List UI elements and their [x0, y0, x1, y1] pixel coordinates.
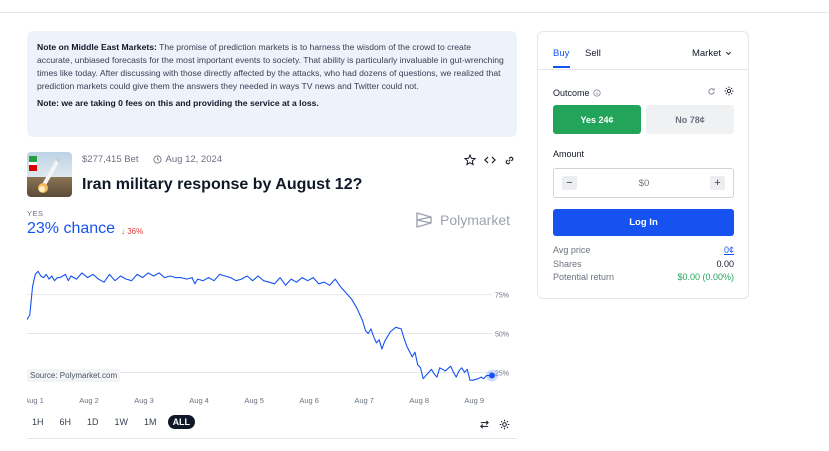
range-all[interactable]: ALL — [167, 415, 196, 429]
market-header: $277,415 Bet Aug 12, 2024 Iran military … — [27, 152, 517, 198]
star-icon[interactable] — [464, 154, 476, 166]
clock-icon — [152, 155, 162, 164]
market-meta: $277,415 Bet Aug 12, 2024 — [82, 154, 222, 165]
price-line — [27, 270, 492, 381]
note-heading: Note on Middle East Markets: — [37, 42, 157, 52]
x-tick-label: Aug 3 — [134, 396, 154, 405]
outcome-label: YES — [27, 209, 44, 218]
info-icon[interactable] — [592, 89, 601, 97]
embed-code-icon[interactable] — [484, 154, 496, 166]
tab-buy[interactable]: Buy — [553, 48, 569, 59]
current-point — [489, 372, 495, 379]
stat-row: Potential return $0.00 (0.00%) — [553, 272, 734, 286]
stat-label: Potential return — [553, 272, 615, 282]
chart-bottom-divider — [27, 438, 517, 439]
no-outcome-button[interactable]: No 78¢ — [646, 105, 734, 134]
x-tick-label: Aug 5 — [244, 396, 264, 405]
x-tick-label: Aug 9 — [464, 396, 484, 405]
polymarket-brand: Polymarket — [414, 210, 510, 230]
login-button[interactable]: Log In — [553, 209, 734, 236]
amount-increment-button[interactable]: + — [710, 176, 725, 190]
order-type-dropdown[interactable]: Market — [692, 48, 732, 59]
yes-outcome-button[interactable]: Yes 24¢ — [553, 105, 641, 134]
time-range-selector: 1H 6H 1D 1W 1M ALL — [27, 415, 196, 429]
x-tick-label: Aug 1 — [27, 396, 44, 405]
chance-delta: ↓ 36% — [121, 227, 144, 236]
x-tick-label: Aug 7 — [354, 396, 374, 405]
amount-input[interactable] — [584, 175, 704, 192]
amount-label: Amount — [553, 149, 585, 159]
order-summary: Avg price 0¢ Shares 0.00 Potential return $0.… — [553, 245, 734, 286]
market-title: Iran military response by August 12? — [82, 176, 363, 193]
trade-tabs: Buy Sell Market — [538, 32, 748, 70]
chevron-down-icon — [725, 51, 732, 56]
trade-panel: Buy Sell Market Outcome Yes 24¢ No 78¢ A… — [537, 31, 749, 299]
range-1m[interactable]: 1M — [139, 415, 162, 429]
x-tick-label: Aug 4 — [189, 396, 209, 405]
x-tick-label: Aug 2 — [79, 396, 99, 405]
tab-sell[interactable]: Sell — [585, 48, 601, 59]
missile-launch-image — [29, 156, 60, 193]
range-1w[interactable]: 1W — [110, 415, 134, 429]
stat-value: 0.00 — [716, 258, 734, 269]
stat-value: $0.00 (0.00%) — [677, 272, 734, 282]
stat-label: Avg price — [553, 245, 591, 255]
market-thumbnail — [27, 152, 72, 197]
stat-value: 0¢ — [723, 245, 734, 255]
chart-source: Source: Polymarket.com — [27, 369, 121, 382]
market-end-date: Aug 12, 2024 — [152, 154, 223, 165]
y-tick-label: 50% — [495, 332, 509, 339]
range-6h[interactable]: 6H — [55, 415, 77, 429]
settings-gear-icon[interactable] — [499, 419, 510, 430]
outcome-actions — [707, 86, 734, 96]
note-fee: Note: we are taking 0 fees on this and p… — [37, 98, 319, 108]
chance-delta-value: 36% — [127, 227, 144, 236]
refresh-icon[interactable] — [707, 87, 716, 96]
link-icon[interactable] — [504, 155, 515, 166]
outcome-label-text: Outcome — [553, 88, 590, 98]
brand-name: Polymarket — [440, 212, 511, 228]
range-1d[interactable]: 1D — [82, 415, 104, 429]
chance-value: 23% chance — [27, 220, 116, 237]
amount-decrement-button[interactable]: − — [562, 176, 577, 190]
stat-label: Shares — [553, 258, 582, 269]
tab-buy-underline — [553, 66, 570, 68]
price-history-chart: 75%50%25%Aug 1Aug 2Aug 3Aug 4Aug 5Aug 6A… — [27, 270, 509, 405]
stat-row: Shares 0.00 — [553, 259, 734, 273]
outcome-settings-gear-icon[interactable] — [724, 86, 734, 96]
range-1h[interactable]: 1H — [27, 415, 49, 429]
order-type-value: Market — [691, 48, 721, 59]
outcome-section-label: Outcome — [553, 88, 601, 98]
market-actions — [464, 154, 515, 166]
market-date: Aug 12, 2024 — [165, 154, 223, 165]
top-divider — [0, 0, 829, 13]
amount-field: − + — [553, 168, 734, 198]
polymarket-logo-icon — [416, 212, 432, 228]
swap-icon[interactable] — [479, 419, 490, 430]
market-volume: $277,415 Bet — [82, 154, 139, 165]
y-tick-label: 75% — [495, 293, 509, 300]
chart-controls — [479, 419, 510, 430]
stat-row: Avg price 0¢ — [553, 245, 734, 259]
x-tick-label: Aug 8 — [409, 396, 429, 405]
x-tick-label: Aug 6 — [299, 396, 319, 405]
middle-east-note: Note on Middle East Markets: The promise… — [27, 31, 517, 137]
